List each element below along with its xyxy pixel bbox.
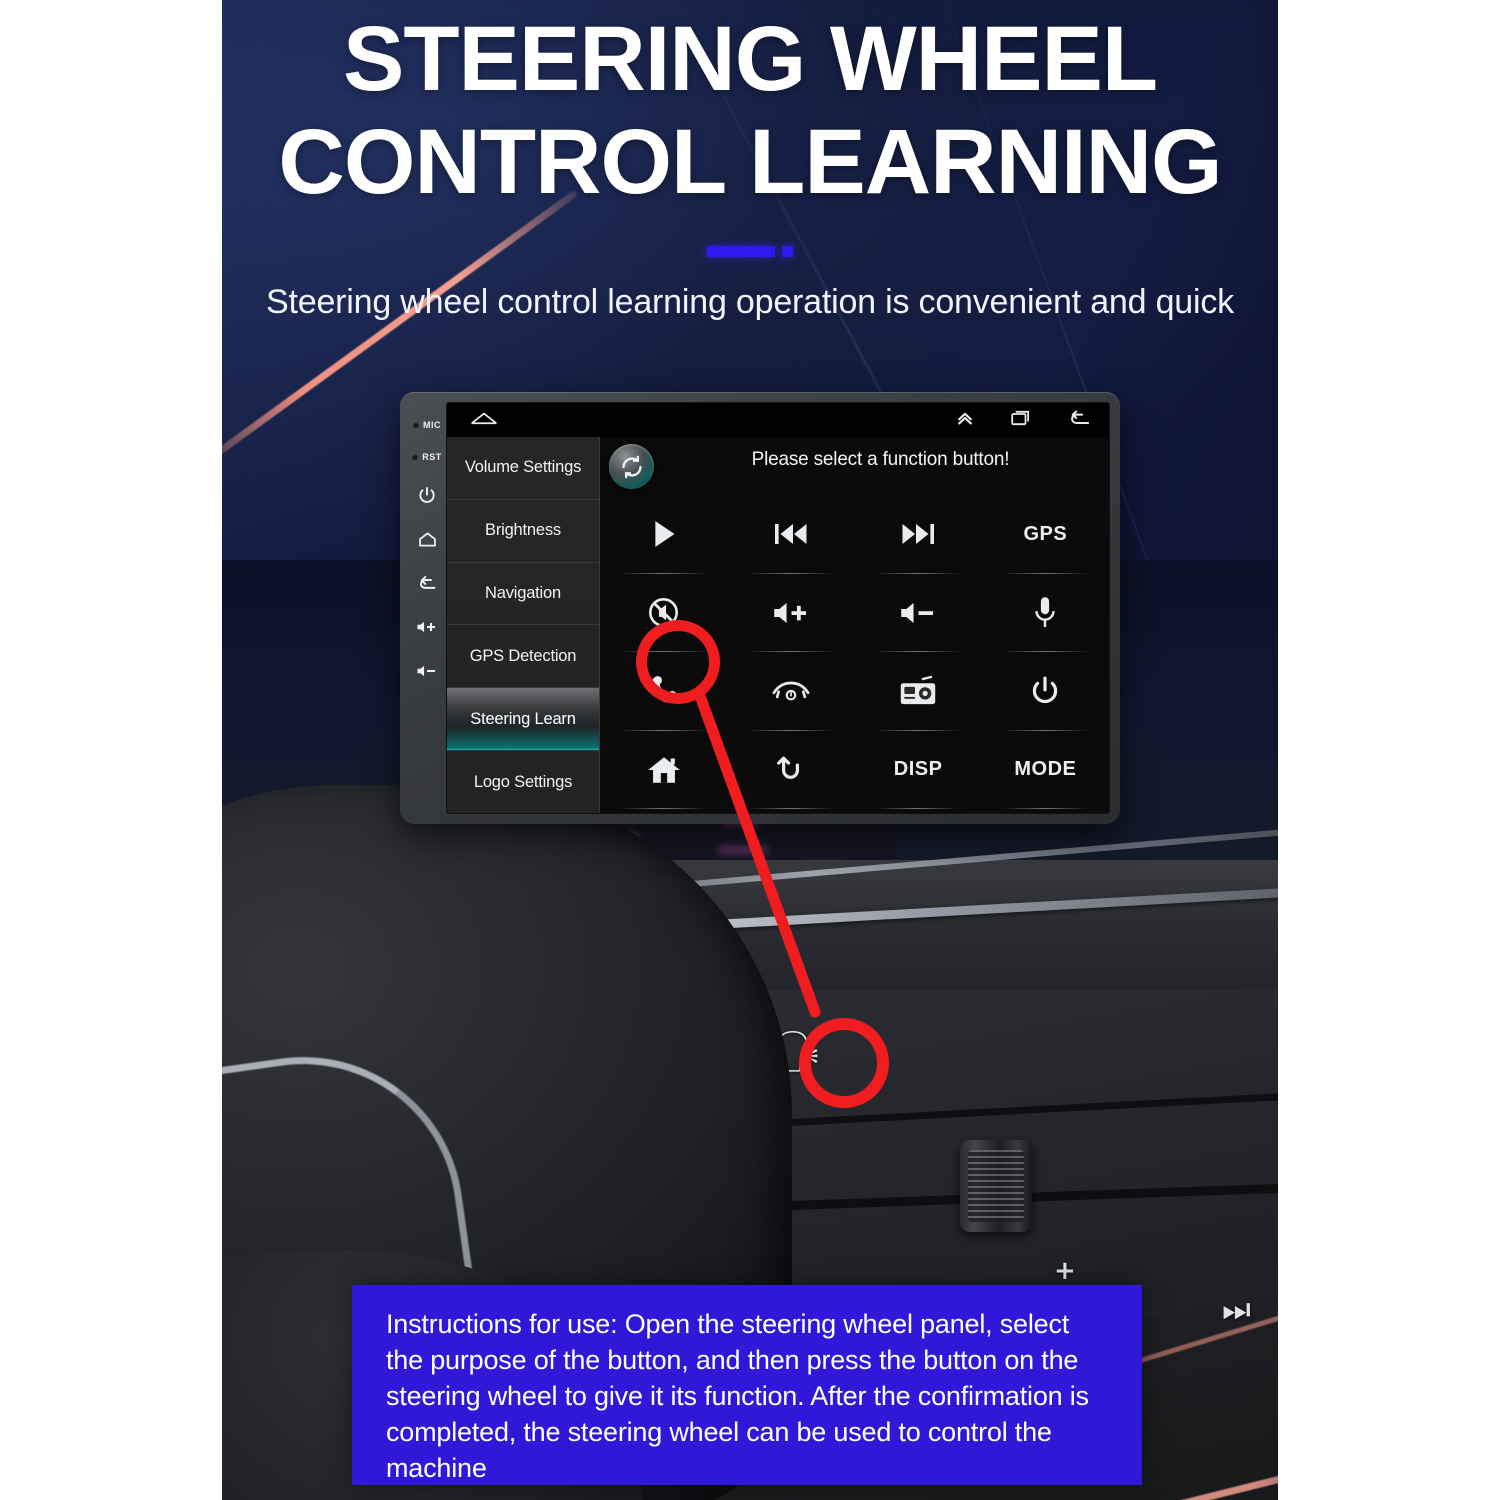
sidebar-item-logo-settings[interactable]: Logo Settings [447, 751, 599, 813]
reset-pinhole[interactable]: RST [412, 442, 442, 472]
sidebar-item-navigation[interactable]: Navigation [447, 563, 599, 626]
head-unit-bezel: MIC RST [408, 402, 446, 814]
sidebar-item-steering-learn[interactable]: Steering Learn [447, 688, 599, 752]
home-button[interactable] [600, 731, 727, 810]
sidebar-item-label: GPS Detection [469, 646, 577, 665]
accent-dot [782, 246, 793, 257]
mode-label: MODE [1014, 758, 1077, 781]
microphone-button[interactable] [982, 574, 1109, 653]
volume-plus-label: + [1054, 1256, 1076, 1286]
sidebar-item-label: Navigation [485, 584, 561, 603]
prompt-text: Please select a function button! [751, 449, 1010, 470]
next-button[interactable] [855, 495, 982, 574]
mic-pinhole: MIC [413, 410, 441, 440]
call-hangup-button[interactable] [727, 652, 854, 731]
annotation-circle-screen-phone-button [636, 620, 720, 704]
sidebar-item-label: Steering Learn [470, 709, 576, 728]
head-unit-screen: Volume Settings Brightness Navigation GP… [446, 402, 1110, 814]
steering-wheel-scroll-wheel[interactable] [960, 1140, 1032, 1232]
back-key[interactable] [417, 562, 438, 604]
previous-button[interactable] [727, 495, 854, 574]
back-icon[interactable] [1067, 408, 1091, 432]
settings-sidebar: Volume Settings Brightness Navigation GP… [447, 437, 600, 813]
accent-bar [707, 246, 775, 257]
sidebar-item-label: Volume Settings [464, 458, 582, 477]
poster-canvas: STEERING WHEEL CONTROL LEARNING Steering… [222, 0, 1278, 1500]
volume-up-button[interactable] [727, 574, 854, 653]
chevron-up-icon[interactable] [954, 408, 976, 432]
sidebar-item-label: Logo Settings [473, 772, 573, 791]
instructions-box: Instructions for use: Open the steering … [352, 1285, 1142, 1485]
recents-icon[interactable] [1010, 408, 1033, 432]
sidebar-item-brightness[interactable]: Brightness [447, 500, 599, 563]
android-status-bar [447, 403, 1109, 437]
volume-down-button[interactable] [855, 574, 982, 653]
gps-button[interactable]: GPS [982, 495, 1109, 574]
head-unit-body: Volume Settings Brightness Navigation GP… [447, 437, 1109, 813]
disp-label: DISP [893, 758, 943, 781]
volume-down-key[interactable] [416, 650, 438, 692]
page-subtitle: Steering wheel control learning operatio… [266, 283, 1234, 321]
sidebar-item-label: Brightness [485, 521, 561, 540]
mic-label: MIC [423, 420, 441, 430]
radio-button[interactable] [855, 652, 982, 731]
refresh-icon[interactable] [609, 444, 654, 489]
power-button[interactable] [982, 652, 1109, 731]
steering-wheel-next-button[interactable]: ⏭ [1222, 1290, 1251, 1329]
volume-up-key[interactable] [416, 606, 438, 648]
sidebar-item-volume-settings[interactable]: Volume Settings [447, 437, 599, 500]
home-icon[interactable] [469, 408, 499, 432]
gps-label: GPS [1023, 522, 1068, 545]
title-line-2: CONTROL LEARNING [278, 111, 1222, 214]
play-button[interactable] [600, 495, 727, 574]
reset-label: RST [422, 452, 442, 462]
back-button[interactable] [727, 731, 854, 810]
car-head-unit: MIC RST Volume Settings Brightness Navig… [400, 392, 1120, 824]
instructions-text: Instructions for use: Open the steering … [386, 1309, 1089, 1483]
mic-hole-dot [413, 422, 419, 428]
sidebar-item-gps-detection[interactable]: GPS Detection [447, 625, 599, 689]
title-line-1: STEERING WHEEL [342, 8, 1158, 110]
page-title: STEERING WHEEL CONTROL LEARNING [222, 8, 1278, 214]
mode-button[interactable]: MODE [982, 731, 1109, 810]
power-key[interactable] [417, 474, 437, 516]
poster-page: STEERING WHEEL CONTROL LEARNING Steering… [0, 0, 1500, 1500]
accent-divider [222, 246, 1278, 257]
annotation-circle-wheel-phone-button [799, 1018, 889, 1108]
display-button[interactable]: DISP [855, 731, 982, 810]
home-key[interactable] [417, 518, 438, 560]
reset-hole-dot[interactable] [412, 454, 419, 460]
